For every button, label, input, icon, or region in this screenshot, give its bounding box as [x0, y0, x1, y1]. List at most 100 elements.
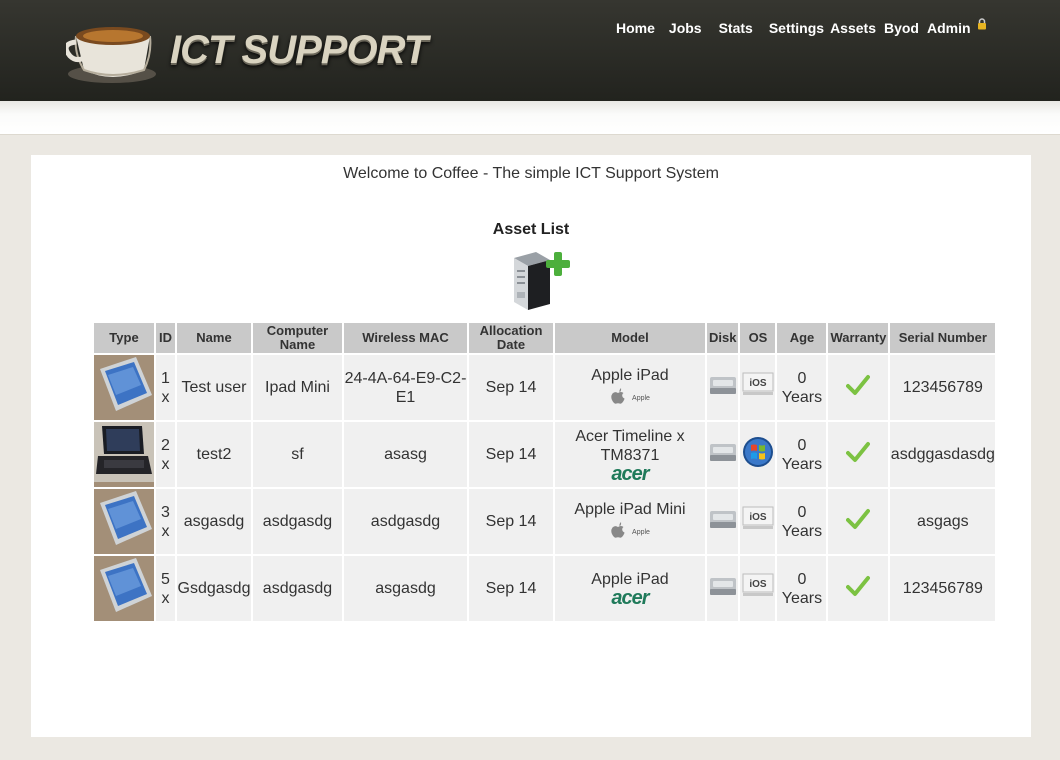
nav-byod[interactable]: Byod: [884, 20, 919, 36]
svg-text:iOS: iOS: [749, 378, 767, 389]
table-row[interactable]: 5 x Gsdgasdg asdgasdg asgasdg Sep 14 Apple iPa…: [94, 556, 996, 623]
col-computer-name[interactable]: Computer Name: [253, 323, 342, 355]
cell-id: 5x: [156, 556, 175, 623]
cell-id: 3x: [156, 489, 175, 556]
ipad-photo-icon: [94, 355, 154, 419]
cell-id: 2x: [156, 422, 175, 489]
cell-warranty: [828, 422, 889, 489]
nav-stats[interactable]: Stats: [719, 20, 753, 36]
acer-logo: acer: [611, 587, 649, 609]
asset-type-image[interactable]: [94, 556, 154, 623]
content-panel: Welcome to Coffee - The simple ICT Suppo…: [31, 155, 1031, 737]
col-os[interactable]: OS: [740, 323, 776, 355]
age-unit: Years: [781, 388, 823, 406]
table-header-row: Type ID Name Computer Name Wireless MAC …: [94, 323, 996, 355]
cell-wireless-mac: asdgasdg: [344, 489, 467, 556]
cell-age: 0 Years: [777, 422, 827, 489]
asset-type-image[interactable]: [94, 422, 154, 489]
col-model[interactable]: Model: [555, 323, 705, 355]
nav-settings[interactable]: Settings: [769, 20, 824, 36]
id-number: 1: [161, 369, 170, 387]
mac-value: asgasdg: [375, 580, 436, 597]
lock-icon[interactable]: [977, 18, 987, 30]
age-number: 0: [797, 369, 807, 387]
apple-logo-label: Apple: [632, 394, 650, 402]
cell-os: iOS: [740, 489, 776, 556]
table-row[interactable]: 2 x test2 sf asasg Sep 14 Acer Timeline x TM83…: [94, 422, 996, 489]
col-serial-number[interactable]: Serial Number: [890, 323, 996, 355]
cell-name: Gsdgasdg: [177, 556, 251, 623]
asset-type-image[interactable]: [94, 489, 154, 556]
apple-logo-label: Apple: [632, 528, 650, 536]
check-icon: [846, 576, 871, 601]
cell-computer-name: asdgasdg: [253, 489, 342, 556]
col-allocation-date[interactable]: Allocation Date: [469, 323, 553, 355]
cell-computer-name: asdgasdg: [253, 556, 342, 623]
check-icon: [846, 442, 871, 467]
age-unit: Years: [781, 589, 823, 607]
add-asset-icon[interactable]: [510, 250, 574, 312]
cell-warranty: [828, 355, 889, 422]
nav-admin[interactable]: Admin: [927, 20, 971, 36]
cell-disk[interactable]: [707, 355, 739, 422]
age-number: 0: [797, 570, 807, 588]
col-warranty[interactable]: Warranty: [828, 323, 889, 355]
ipad-photo-icon: [94, 556, 154, 620]
site-logo[interactable]: ICT SUPPORT: [66, 10, 428, 90]
col-allocation-line2: Date: [496, 337, 526, 352]
age-unit: Years: [781, 522, 823, 540]
check-icon: [846, 375, 871, 400]
asset-table: Type ID Name Computer Name Wireless MAC …: [92, 323, 997, 623]
cell-model: Apple iPad Apple: [555, 355, 705, 422]
cell-disk[interactable]: [707, 489, 739, 556]
id-number: 3: [161, 503, 170, 521]
welcome-message: Welcome to Coffee - The simple ICT Suppo…: [343, 165, 719, 182]
id-suffix: x: [161, 589, 170, 607]
sub-header-bar: [0, 101, 1060, 135]
cell-allocation-date: Sep 14: [469, 422, 553, 489]
cell-allocation-date: Sep 14: [469, 556, 553, 623]
col-age[interactable]: Age: [777, 323, 827, 355]
cell-warranty: [828, 489, 889, 556]
col-wireless-mac[interactable]: Wireless MAC: [344, 323, 467, 355]
id-suffix: x: [161, 522, 170, 540]
nav-jobs[interactable]: Jobs: [669, 20, 702, 36]
id-number: 5: [161, 570, 170, 588]
cell-name: asgasdg: [177, 489, 251, 556]
cell-name: Test user: [177, 355, 251, 422]
acer-logo: acer: [611, 462, 649, 485]
cell-computer-name: sf: [253, 422, 342, 489]
cell-wireless-mac: 24-4A-64-E9-C2-E1: [344, 355, 467, 422]
check-icon: [846, 509, 871, 534]
disk-icon: [709, 377, 737, 401]
nav-assets[interactable]: Assets: [830, 20, 876, 36]
cell-serial-number: 123456789: [890, 355, 996, 422]
table-row[interactable]: 1 x Test user Ipad Mini 24-4A-64-E9-C2-E1 Sep…: [94, 355, 996, 422]
col-name[interactable]: Name: [177, 323, 251, 355]
asset-type-image[interactable]: [94, 355, 154, 422]
cell-wireless-mac: asasg: [344, 422, 467, 489]
ios-icon: iOS: [742, 506, 774, 538]
apple-icon: [610, 387, 626, 410]
id-number: 2: [161, 436, 170, 454]
windows-icon: [742, 437, 774, 472]
id-suffix: x: [161, 388, 170, 406]
mac-value: asasg: [384, 446, 427, 463]
col-id[interactable]: ID: [156, 323, 175, 355]
disk-icon: [709, 444, 737, 468]
nav-home[interactable]: Home: [616, 20, 655, 36]
cell-name: test2: [177, 422, 251, 489]
model-name: Apple iPad Mini: [574, 500, 686, 518]
table-row[interactable]: 3 x asgasdg asdgasdg asdgasdg Sep 14 Apple iPa…: [94, 489, 996, 556]
model-name: Acer Timeline x TM8371: [575, 427, 685, 464]
col-disk[interactable]: Disk: [707, 323, 739, 355]
col-allocation-line1: Allocation: [479, 323, 543, 338]
cell-os: iOS: [740, 556, 776, 623]
model-name: Apple iPad: [591, 366, 669, 384]
cell-disk[interactable]: [707, 422, 739, 489]
cell-disk[interactable]: [707, 556, 739, 623]
top-header: ICT SUPPORT Home Jobs Stats Settings Ass…: [0, 0, 1060, 101]
col-type[interactable]: Type: [94, 323, 154, 355]
cell-age: 0 Years: [777, 355, 827, 422]
laptop-photo-icon: [94, 422, 154, 486]
